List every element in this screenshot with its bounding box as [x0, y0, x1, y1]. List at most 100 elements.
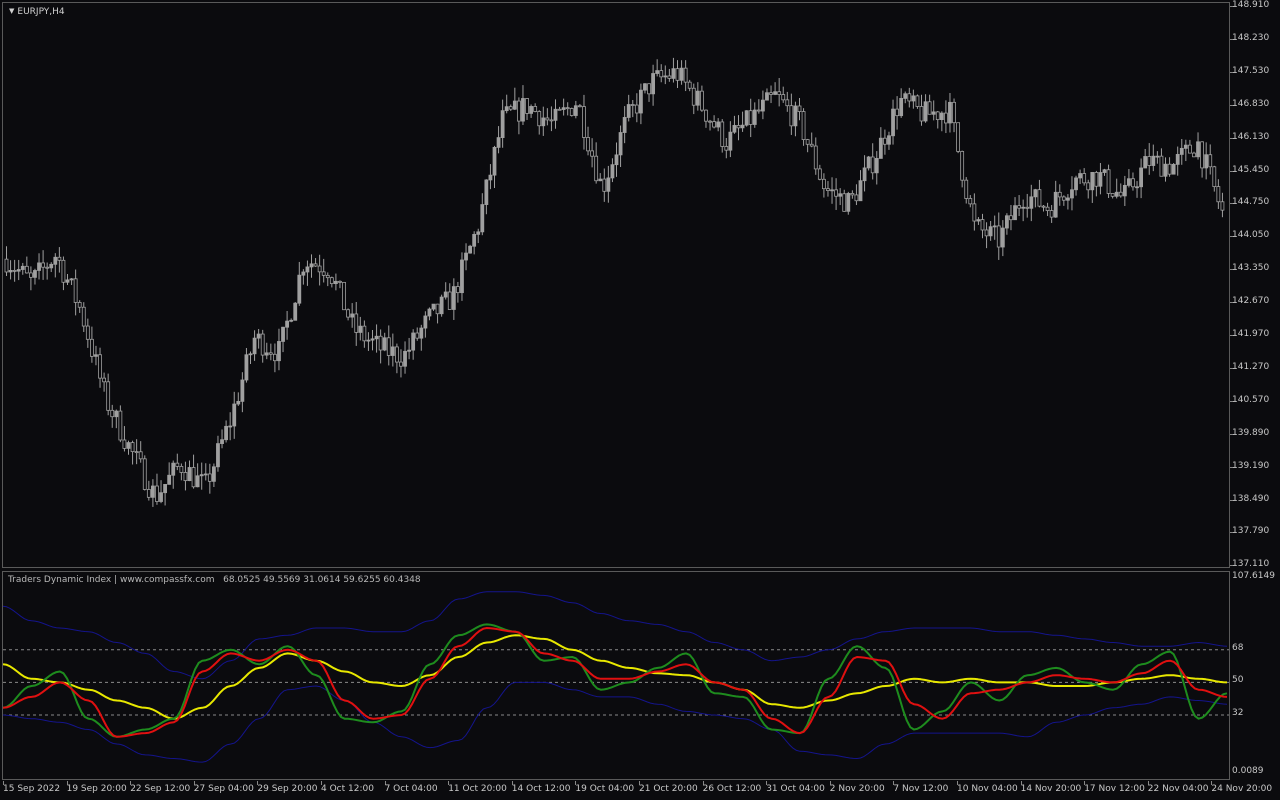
- candle: [533, 103, 538, 113]
- candle: [1094, 170, 1099, 197]
- candle: [285, 310, 290, 340]
- rsi-line: [3, 623, 1228, 738]
- candle: [150, 479, 155, 507]
- candle: [407, 337, 412, 360]
- candle: [277, 328, 281, 371]
- time-axis-label: 15 Sep 2022: [3, 784, 61, 794]
- candle: [403, 341, 407, 374]
- candle: [1139, 158, 1143, 199]
- candle: [203, 463, 208, 481]
- price-axis-label: 148.230: [1232, 32, 1270, 43]
- candle: [927, 94, 932, 115]
- candle: [260, 329, 265, 363]
- time-axis-label: 14 Oct 12:00: [511, 784, 571, 794]
- candle: [1090, 171, 1095, 203]
- candle: [569, 107, 574, 117]
- candle: [695, 82, 700, 111]
- candle: [1017, 195, 1021, 217]
- candle: [333, 273, 338, 291]
- candle: [586, 126, 590, 156]
- indicator-name: Traders Dynamic Index | www.compassfx.co…: [8, 575, 215, 585]
- candle: [708, 119, 712, 131]
- candle: [1106, 164, 1111, 198]
- candle: [130, 440, 135, 465]
- candle: [1131, 172, 1135, 191]
- candle: [244, 348, 249, 383]
- candle: [809, 132, 814, 148]
- candle: [423, 311, 428, 338]
- candle: [1074, 175, 1078, 196]
- candle: [826, 181, 830, 197]
- candle: [114, 409, 119, 429]
- candle: [504, 94, 509, 114]
- candle: [862, 155, 867, 192]
- candle: [517, 97, 521, 135]
- candle: [77, 300, 82, 313]
- candle: [431, 303, 436, 311]
- candle: [142, 455, 147, 491]
- candle: [1192, 151, 1196, 158]
- candle: [1171, 162, 1176, 175]
- candle: [704, 109, 708, 128]
- candle: [439, 294, 444, 317]
- candle: [57, 247, 62, 273]
- candle: [919, 94, 924, 126]
- candle: [1033, 188, 1038, 208]
- candle: [1086, 179, 1091, 199]
- candle: [1143, 148, 1148, 169]
- time-axis-label: 7 Oct 04:00: [384, 784, 438, 794]
- candle: [248, 351, 253, 365]
- candle: [561, 98, 566, 116]
- candle: [195, 463, 200, 488]
- candle: [1066, 194, 1070, 210]
- dropdown-triangle-icon[interactable]: ▼: [9, 7, 14, 15]
- candle: [622, 106, 627, 144]
- indicator-pane[interactable]: Traders Dynamic Index | www.compassfx.co…: [2, 571, 1230, 780]
- candle: [73, 269, 78, 316]
- candle: [207, 463, 212, 494]
- candle: [634, 93, 639, 123]
- candle: [553, 99, 558, 129]
- candle: [866, 155, 871, 171]
- candle: [484, 179, 489, 215]
- candle: [769, 85, 773, 104]
- candle: [354, 301, 359, 346]
- candle: [1053, 180, 1058, 218]
- indicator-level-label: 68: [1232, 642, 1244, 653]
- candle: [508, 104, 513, 111]
- candle: [972, 193, 977, 231]
- price-axis-label: 137.110: [1232, 559, 1270, 570]
- price-chart-pane[interactable]: ▼ EURJPY,H4: [2, 2, 1230, 568]
- candle: [447, 283, 452, 310]
- candle: [675, 60, 680, 89]
- candle: [1188, 139, 1192, 154]
- candle: [309, 254, 314, 278]
- candle: [944, 100, 948, 134]
- candle: [191, 454, 196, 489]
- candle: [899, 88, 904, 118]
- candle: [451, 278, 456, 320]
- candle: [443, 282, 448, 300]
- candle: [895, 96, 899, 130]
- price-axis-label: 144.750: [1232, 197, 1270, 208]
- time-axis-label: 11 Oct 20:00: [448, 784, 507, 794]
- candle: [240, 372, 245, 413]
- time-axis-label: 22 Sep 12:00: [130, 784, 191, 794]
- candle: [224, 420, 229, 443]
- candle: [1147, 143, 1152, 175]
- candle: [732, 115, 737, 134]
- candle: [289, 318, 294, 323]
- candle: [756, 99, 761, 114]
- candle: [667, 68, 672, 82]
- candle: [126, 440, 131, 455]
- candle: [1155, 151, 1160, 164]
- candle: [728, 121, 733, 158]
- upper-band-line: [3, 591, 1228, 680]
- candle: [878, 127, 883, 159]
- candle: [256, 328, 261, 349]
- candle: [301, 269, 306, 285]
- indicator-values: 68.0525 49.5569 31.0614 59.6255 60.4348: [223, 575, 421, 585]
- candle: [472, 231, 477, 255]
- candle: [874, 151, 879, 185]
- candle: [996, 212, 1001, 260]
